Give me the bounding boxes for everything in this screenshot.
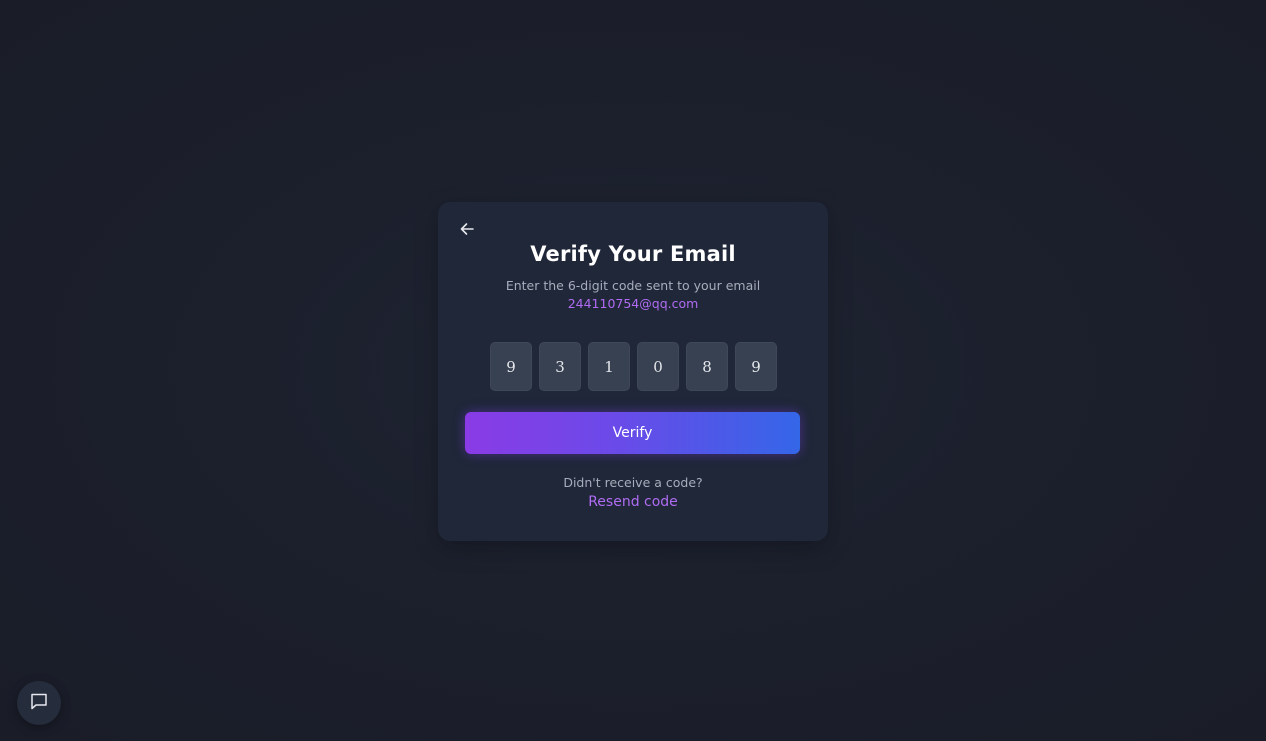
chat-button[interactable] [17,681,61,725]
subtitle: Enter the 6-digit code sent to your emai… [505,278,761,293]
code-digit-input[interactable]: 0 [637,342,679,391]
code-digit-input[interactable]: 3 [539,342,581,391]
resend-code-link[interactable]: Resend code [438,494,828,510]
verify-email-card: Verify Your Email Enter the 6-digit code… [438,202,828,541]
code-digit-input[interactable]: 1 [588,342,630,391]
verify-button[interactable]: Verify [465,412,800,454]
code-input-group: 9 3 1 0 8 9 [490,342,777,391]
arrow-left-icon [459,221,475,241]
email-address: 244110754@qq.com [567,296,699,311]
code-digit-input[interactable]: 8 [686,342,728,391]
no-code-text: Didn't receive a code? [563,475,703,490]
chat-bubble-icon [29,691,49,715]
code-digit-input[interactable]: 9 [735,342,777,391]
back-button[interactable] [456,220,478,242]
page-title: Verify Your Email [530,242,736,266]
code-digit-input[interactable]: 9 [490,342,532,391]
